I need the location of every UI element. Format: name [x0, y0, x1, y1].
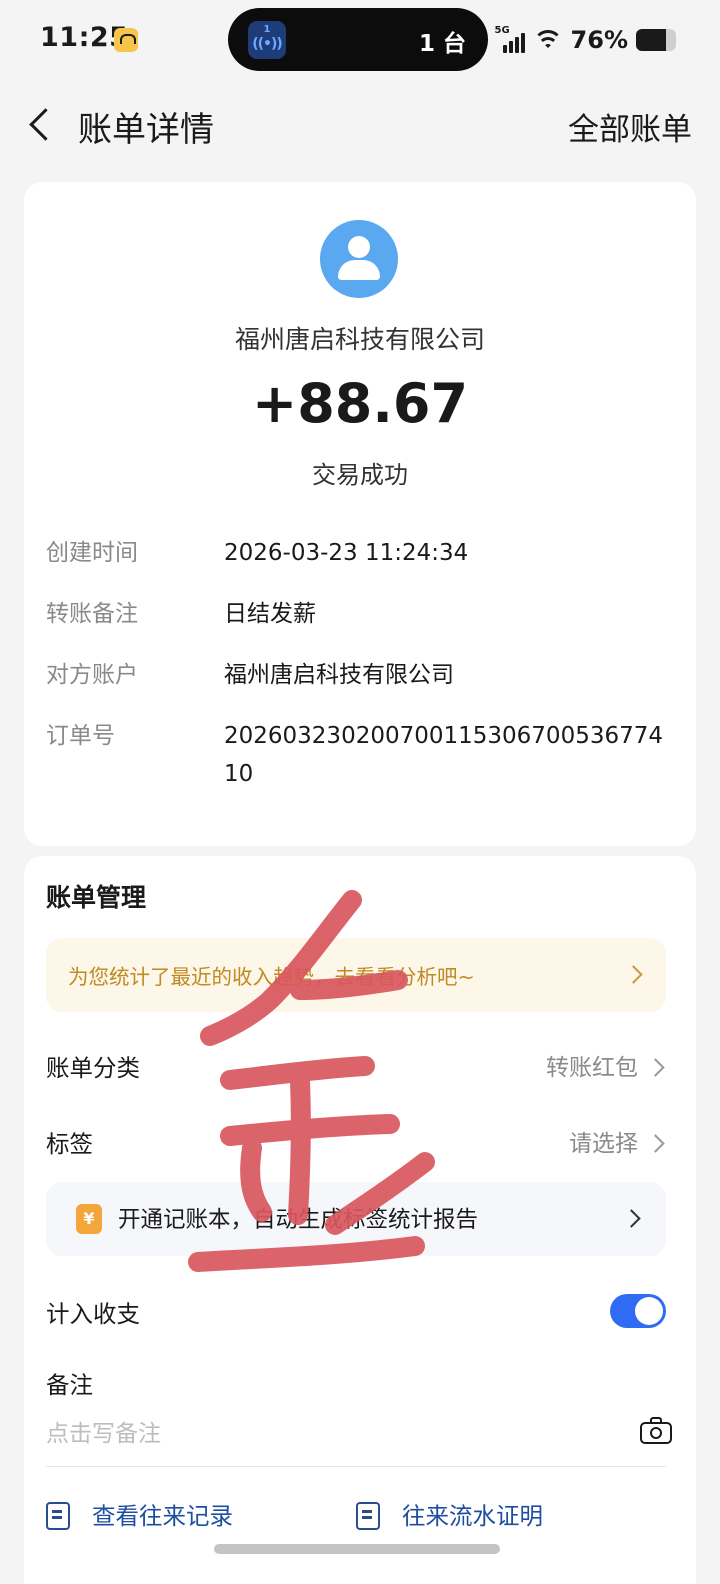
chevron-right-icon — [622, 1209, 641, 1228]
row-value: 日结发薪 — [224, 601, 316, 627]
link-text: 往来流水证明 — [402, 1502, 543, 1530]
status-indicators: 5G 76% — [495, 23, 676, 57]
item-value: 转账红包 — [546, 1055, 638, 1081]
include-toggle[interactable] — [610, 1294, 666, 1328]
link-text: 查看往来记录 — [92, 1502, 233, 1530]
order-number[interactable]: 20260323020070011530670053677410 — [224, 717, 664, 793]
row-key: 转账备注 — [46, 601, 138, 627]
row-key: 创建时间 — [46, 540, 138, 566]
banner-text: 为您统计了最近的收入趋势，去看看分析吧~ — [68, 965, 475, 989]
cellular-signal-icon: 5G — [494, 25, 525, 53]
battery-fill — [636, 29, 667, 51]
all-bills-link[interactable]: 全部账单 — [568, 104, 692, 149]
tag-item[interactable]: 标签 请选择 — [46, 1124, 666, 1164]
camera-icon[interactable] — [640, 1416, 672, 1444]
item-label: 标签 — [46, 1130, 93, 1158]
item-label: 账单分类 — [46, 1054, 140, 1082]
battery-percent: 76% — [570, 26, 628, 54]
battery-icon — [636, 29, 676, 51]
amount: +88.67 — [251, 372, 469, 435]
note-input[interactable] — [46, 1414, 606, 1454]
ledger-promo[interactable]: ¥ 开通记账本，自动生成标签统计报告 — [46, 1182, 666, 1256]
transaction-card: 福州唐启科技有限公司 +88.67 交易成功 创建时间 2026-03-23 1… — [24, 182, 696, 846]
user-avatar-icon — [320, 220, 398, 298]
coin-icon: ¥ — [76, 1204, 102, 1234]
payer-name: 福州唐启科技有限公司 — [234, 325, 485, 354]
network-type: 5G — [494, 25, 510, 36]
record-search-icon — [46, 1502, 70, 1530]
car-app-icon — [114, 28, 138, 52]
include-in-stats-item: 计入收支 — [46, 1294, 666, 1334]
page-title: 账单详情 — [78, 110, 214, 150]
nfc-app-icon: 1 ((•)) — [248, 21, 286, 59]
item-label: 计入收支 — [46, 1300, 140, 1328]
bill-management-card: 账单管理 为您统计了最近的收入趋势，去看看分析吧~ 账单分类 转账红包 标签 请… — [24, 856, 696, 1584]
chevron-right-icon — [646, 1058, 665, 1077]
divider — [46, 1466, 666, 1467]
row-key: 订单号 — [46, 723, 115, 749]
row-value: 2026-03-23 11:24:34 — [224, 540, 469, 566]
chevron-right-icon — [646, 1134, 665, 1153]
bill-detail-screen: 11:25 1 ((•)) 1 台 5G 76% 账单详情 全部账单 福州唐启科… — [0, 0, 720, 1584]
toggle-knob — [635, 1297, 663, 1325]
back-arrow-icon[interactable] — [24, 104, 60, 144]
dynamic-island[interactable]: 1 ((•)) 1 台 — [228, 8, 488, 71]
chevron-right-icon — [624, 965, 643, 984]
island-label: 1 台 — [418, 31, 466, 57]
promo-text: 开通记账本，自动生成标签统计报告 — [118, 1207, 479, 1233]
row-value: 福州唐启科技有限公司 — [224, 662, 454, 688]
bill-category-item[interactable]: 账单分类 转账红包 — [46, 1048, 666, 1088]
status-bar: 11:25 1 ((•)) 1 台 5G 76% — [0, 0, 720, 80]
document-icon — [356, 1502, 380, 1530]
transaction-status: 交易成功 — [312, 461, 408, 489]
section-title: 账单管理 — [46, 883, 147, 912]
item-value: 请选择 — [569, 1131, 638, 1157]
note-label: 备注 — [46, 1371, 93, 1399]
row-key: 对方账户 — [46, 662, 138, 688]
income-trend-banner[interactable]: 为您统计了最近的收入趋势，去看看分析吧~ — [46, 938, 666, 1012]
wifi-icon — [532, 28, 563, 52]
nav-header: 账单详情 全部账单 — [0, 80, 720, 170]
home-indicator[interactable] — [214, 1544, 500, 1554]
